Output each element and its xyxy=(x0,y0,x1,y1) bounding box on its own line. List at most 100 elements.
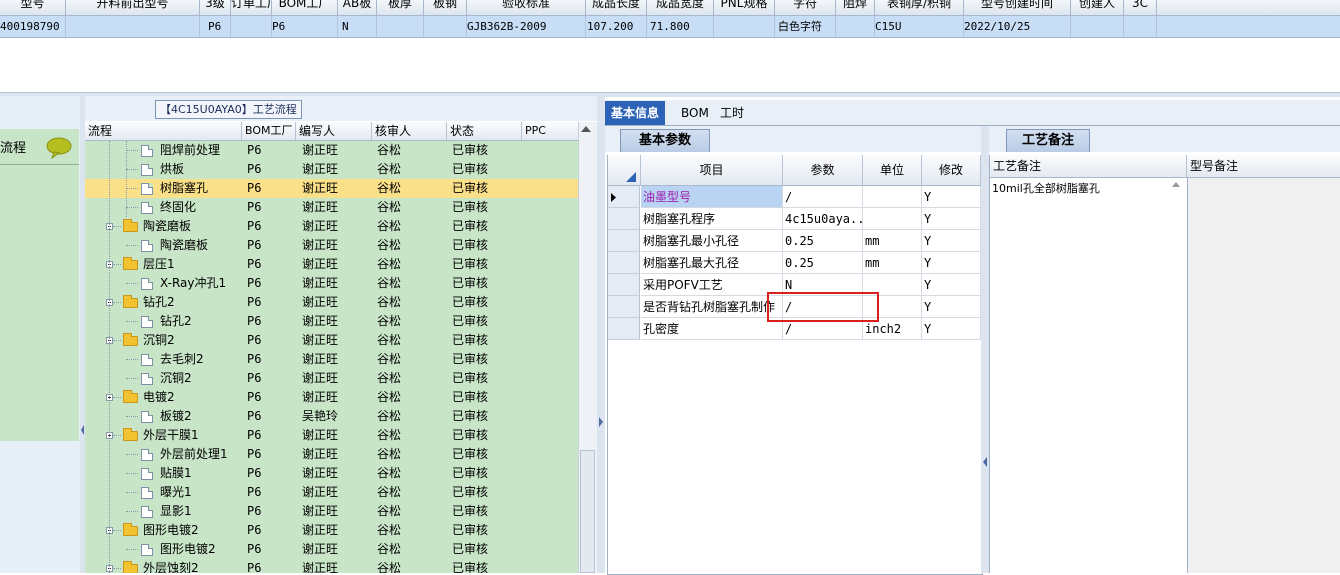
tree-row-selected[interactable]: 树脂塞孔 P6 谢正旺 谷松 已审核 xyxy=(85,179,578,198)
tree-row[interactable]: 烘板 P6 谢正旺 谷松 已审核 xyxy=(85,160,578,179)
grid-cell[interactable]: P6 xyxy=(272,16,312,37)
tab-bom[interactable]: BOM xyxy=(675,101,715,125)
params-cell-edit[interactable]: Y xyxy=(922,208,981,230)
tree-col-bom-factory[interactable]: BOM工厂 xyxy=(242,122,296,140)
params-row-header[interactable] xyxy=(608,252,640,274)
params-cell-edit[interactable]: Y xyxy=(922,186,981,208)
params-cell-edit[interactable]: Y xyxy=(922,252,981,274)
params-col-value[interactable]: 参数 xyxy=(783,155,863,186)
params-tab[interactable]: 基本参数 xyxy=(620,129,710,152)
grid-header-cell[interactable]: 成品长度 xyxy=(586,0,647,15)
remark-col-process[interactable]: 工艺备注 xyxy=(990,155,1187,178)
tree-row[interactable]: 层压1 P6 谢正旺 谷松 已审核 xyxy=(85,255,578,274)
grid-cell[interactable]: 白色字符 xyxy=(778,16,833,37)
params-col-item[interactable]: 项目 xyxy=(641,155,783,186)
params-cell-value[interactable]: / xyxy=(783,186,863,208)
params-cell-item[interactable]: 油墨型号 xyxy=(641,186,783,208)
params-cell-edit[interactable]: Y xyxy=(922,230,981,252)
params-cell-value[interactable]: 0.25 xyxy=(783,252,863,274)
grid-header-cell[interactable]: 验收标准 xyxy=(467,0,586,15)
tree-row[interactable]: 外层干膜1 P6 谢正旺 谷松 已审核 xyxy=(85,426,578,445)
params-cell-value[interactable]: 0.25 xyxy=(783,230,863,252)
grid-header-cell[interactable]: 开料前出型号 xyxy=(66,0,200,15)
tree-row[interactable]: 曝光1 P6 谢正旺 谷松 已审核 xyxy=(85,483,578,502)
tree-row[interactable]: 终固化 P6 谢正旺 谷松 已审核 xyxy=(85,198,578,217)
params-cell-edit[interactable]: Y xyxy=(922,274,981,296)
params-cell-item[interactable]: 树脂塞孔最小孔径 xyxy=(641,230,783,252)
grid-cell[interactable]: 400198790 xyxy=(0,16,70,37)
tree-row[interactable]: 贴膜1 P6 谢正旺 谷松 已审核 xyxy=(85,464,578,483)
params-row-header[interactable] xyxy=(608,296,640,318)
grid-header-cell[interactable]: 板钢 xyxy=(424,0,467,15)
grid-cell[interactable] xyxy=(714,16,774,37)
grid-header-cell[interactable]: 阻焊 xyxy=(836,0,875,15)
grid-header-cell[interactable]: 型号创建时间 xyxy=(964,0,1071,15)
grid-header-cell[interactable]: 表铜厚/积铜 xyxy=(875,0,964,15)
params-cell-item[interactable]: 孔密度 xyxy=(641,318,783,340)
grid-cell[interactable]: N xyxy=(342,16,372,37)
model-grid-row[interactable]: 400198790 P6 P6 N GJB362B-2009 107.200 71.800 白… xyxy=(0,16,1340,38)
params-cell-item[interactable]: 是否背钻孔树脂塞孔制作 xyxy=(641,296,783,318)
tree-col-author[interactable]: 编写人 xyxy=(296,122,372,140)
process-remark-text[interactable]: 10mil孔全部树脂塞孔 xyxy=(992,180,1100,196)
tree-row[interactable]: 钻孔2 P6 谢正旺 谷松 已审核 xyxy=(85,293,578,312)
vertical-splitter-middle[interactable] xyxy=(597,96,605,573)
tree-row[interactable]: 沉铜2 P6 谢正旺 谷松 已审核 xyxy=(85,369,578,388)
grid-header-cell[interactable]: 创建人 xyxy=(1071,0,1124,15)
tree-row[interactable]: 板镀2 P6 吴艳玲 谷松 已审核 xyxy=(85,407,578,426)
tree-row[interactable]: 图形电镀2 P6 谢正旺 谷松 已审核 xyxy=(85,540,578,559)
tree-row[interactable]: 陶瓷磨板 P6 谢正旺 谷松 已审核 xyxy=(85,236,578,255)
params-col-edit[interactable]: 修改 xyxy=(922,155,981,186)
params-cell-edit[interactable]: Y xyxy=(922,318,981,340)
tree-row[interactable]: 外层前处理1 P6 谢正旺 谷松 已审核 xyxy=(85,445,578,464)
params-cell-item[interactable]: 树脂塞孔最大孔径 xyxy=(641,252,783,274)
remark-col-model[interactable]: 型号备注 xyxy=(1187,155,1340,178)
tab-basic-info[interactable]: 基本信息 xyxy=(605,101,666,125)
params-col-unit[interactable]: 单位 xyxy=(863,155,922,186)
grid-header-cell[interactable]: 板厚 xyxy=(377,0,424,15)
tree-row[interactable]: 图形电镀2 P6 谢正旺 谷松 已审核 xyxy=(85,521,578,540)
remark-tab[interactable]: 工艺备注 xyxy=(1006,129,1090,152)
tree-row[interactable]: 钻孔2 P6 谢正旺 谷松 已审核 xyxy=(85,312,578,331)
params-cell-unit[interactable] xyxy=(863,208,922,230)
params-cell-item[interactable]: 树脂塞孔程序 xyxy=(641,208,783,230)
model-remark-area[interactable] xyxy=(1187,178,1340,573)
collapse-right-icon[interactable] xyxy=(598,416,604,428)
grid-header-cell[interactable]: PNL规格 xyxy=(714,0,775,15)
tree-row[interactable]: 沉铜2 P6 谢正旺 谷松 已审核 xyxy=(85,331,578,350)
tree-col-ppc[interactable]: PPC xyxy=(522,122,577,140)
grid-cell[interactable]: GJB362B-2009 xyxy=(467,16,585,37)
tree-col-flow[interactable]: 流程 xyxy=(85,122,242,140)
params-cell-unit[interactable] xyxy=(863,186,922,208)
tree-row[interactable]: 去毛刺2 P6 谢正旺 谷松 已审核 xyxy=(85,350,578,369)
vertical-splitter-right[interactable] xyxy=(981,126,989,573)
grid-cell[interactable] xyxy=(836,16,874,37)
grid-header-cell[interactable]: BOM工厂 xyxy=(272,0,338,15)
collapse-left-small-icon[interactable] xyxy=(982,456,988,468)
tree-row[interactable]: 外层蚀刻2 P6 谢正旺 谷松 已审核 xyxy=(85,559,578,573)
left-nav-item-flow[interactable]: 流程 xyxy=(0,129,79,165)
grid-header-cell[interactable]: 型号 xyxy=(0,0,66,15)
grid-cell[interactable]: 71.800 xyxy=(650,16,710,37)
tree-scrollbar-thumb[interactable] xyxy=(580,450,595,573)
grid-cell[interactable] xyxy=(377,16,423,37)
params-row-header[interactable] xyxy=(608,208,640,230)
grid-header-cell[interactable]: 3级 xyxy=(200,0,231,15)
grid-cell[interactable]: 2022/10/25 xyxy=(964,16,1070,37)
params-cell-item[interactable]: 采用POFV工艺 xyxy=(641,274,783,296)
grid-header-cell[interactable]: 3C xyxy=(1124,0,1157,15)
tree-row[interactable]: 陶瓷磨板 P6 谢正旺 谷松 已审核 xyxy=(85,217,578,236)
grid-cell[interactable]: C15U xyxy=(875,16,935,37)
params-row-header[interactable] xyxy=(608,274,640,296)
grid-header-cell[interactable]: 订单工厂 xyxy=(231,0,272,15)
params-row-header[interactable] xyxy=(608,230,640,252)
params-cell-edit[interactable]: Y xyxy=(922,296,981,318)
params-cell-value[interactable]: 4c15u0aya... xyxy=(783,208,863,230)
params-row-header[interactable] xyxy=(608,186,640,208)
grid-cell[interactable]: 107.200 xyxy=(587,16,647,37)
params-cell-unit[interactable]: mm xyxy=(863,252,922,274)
tree-row[interactable]: 显影1 P6 谢正旺 谷松 已审核 xyxy=(85,502,578,521)
remark-scroll-up-icon[interactable] xyxy=(1172,182,1180,187)
grid-cell[interactable] xyxy=(424,16,466,37)
grid-cell[interactable] xyxy=(1124,16,1156,37)
